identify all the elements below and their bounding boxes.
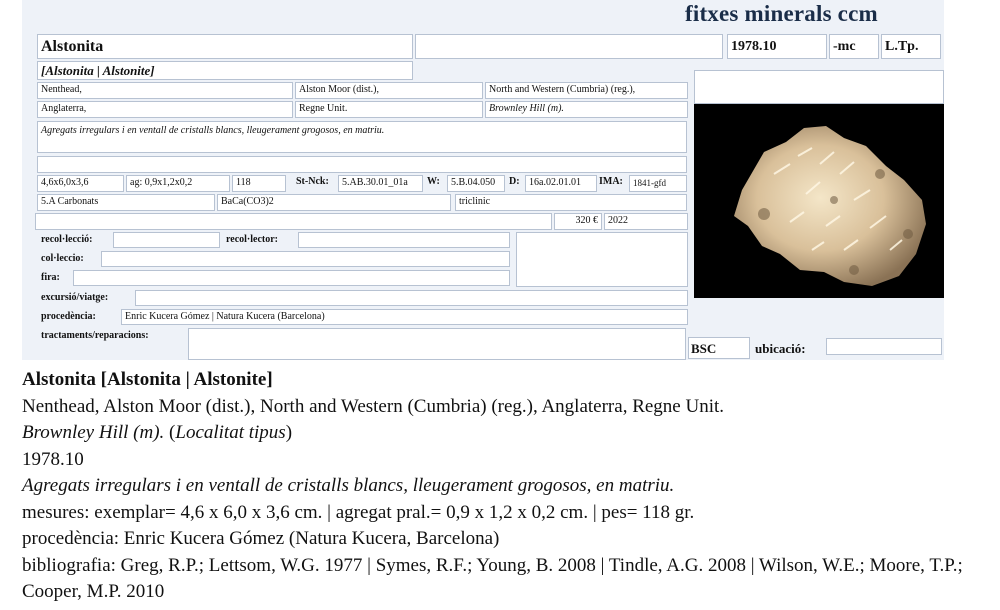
location-field[interactable] xyxy=(826,338,942,355)
locality-field-4[interactable]: Anglaterra, xyxy=(37,101,293,118)
mineral-specimen-image xyxy=(734,126,926,286)
strunz-field[interactable]: 5.AB.30.01_01a xyxy=(338,175,423,192)
formula-field[interactable]: BaCa(CO3)2 xyxy=(217,194,451,211)
mineral-name-field[interactable]: Alstonita xyxy=(37,34,413,59)
locality-field-3[interactable]: North and Western (Cumbria) (reg.), xyxy=(485,82,688,99)
side-notes-field[interactable] xyxy=(516,232,688,287)
blank-price-row-field[interactable] xyxy=(35,213,552,230)
summary-measures: mesures: exemplar= 4,6 x 6,0 x 3,6 cm. |… xyxy=(22,501,695,523)
aggregate-field[interactable]: ag: 0,9x1,2x0,2 xyxy=(126,175,230,192)
catalog-code-field[interactable]: 1978.10 xyxy=(727,34,827,59)
summary-mine-line: Brownley Hill (m). (Localitat tipus) xyxy=(22,420,992,447)
locality-field-1[interactable]: Nenthead, xyxy=(37,82,293,99)
summary-provenance: procedència: Enric Kucera Gómez (Natura … xyxy=(22,528,500,549)
collection-field[interactable] xyxy=(101,251,510,267)
w-label: W: xyxy=(427,176,440,187)
price-field[interactable]: 320 € xyxy=(554,213,602,230)
description-field[interactable]: Agregats irregulars i en ventall de cris… xyxy=(37,121,687,153)
notes-field[interactable] xyxy=(37,156,687,173)
ima-label: IMA: xyxy=(599,176,623,187)
d-field[interactable]: 16a.02.01.01 xyxy=(525,175,597,192)
photo-frame-top xyxy=(694,70,944,104)
specimen-photo xyxy=(694,104,944,298)
d-label: D: xyxy=(509,176,520,187)
dimensions-field[interactable]: 4,6x6,0x3,6 xyxy=(37,175,124,192)
fair-field[interactable] xyxy=(73,270,510,286)
location-label: ubicació: xyxy=(755,341,806,356)
provenance-label: procedència: xyxy=(41,311,96,322)
provenance-field[interactable]: Enric Kucera Gómez | Natura Kucera (Barc… xyxy=(121,309,688,325)
summary-locality: Nenthead, Alston Moor (dist.), North and… xyxy=(22,395,725,417)
locality-field-6[interactable]: Brownley Hill (m). xyxy=(485,101,688,118)
summary-mine: Brownley Hill (m). xyxy=(22,422,165,443)
excursion-label: excursió/viatge: xyxy=(41,292,109,303)
excursion-field[interactable] xyxy=(135,290,688,306)
summary-description: Agregats irregulars i en ventall de cris… xyxy=(22,475,675,496)
strunz-label: St-Nck: xyxy=(296,176,329,187)
weight-field[interactable]: 118 xyxy=(232,175,286,192)
w-field[interactable]: 5.B.04.050 xyxy=(447,175,505,192)
summary-type-locality: Localitat tipus xyxy=(175,422,286,443)
type-tag-field[interactable]: L.Tp. xyxy=(881,34,941,59)
alternative-names-field[interactable]: [Alstonita | Alstonite] xyxy=(37,61,413,80)
bsc-field[interactable]: BSC xyxy=(688,337,750,359)
recollector-field[interactable] xyxy=(298,232,510,248)
treatments-label: tractaments/reparacions: xyxy=(41,330,149,341)
summary-type-open: ( xyxy=(164,422,176,443)
photo-frame-bottom xyxy=(694,298,944,336)
class-field[interactable]: 5.A Carbonats xyxy=(37,194,215,211)
fair-label: fira: xyxy=(41,272,60,283)
summary-type-close: ) xyxy=(285,422,293,443)
year-field[interactable]: 2022 xyxy=(604,213,688,230)
collection-label: col·leccio: xyxy=(41,253,84,264)
summary-bibliography: bibliografia: Greg, R.P.; Lettsom, W.G. … xyxy=(22,554,963,603)
recollector-label: recol·lector: xyxy=(226,234,279,245)
locality-field-5[interactable]: Regne Unit. xyxy=(295,101,483,118)
recollection-label: recol·lecció: xyxy=(41,234,93,245)
recollection-field[interactable] xyxy=(113,232,220,248)
summary-code: 1978.10 xyxy=(22,448,84,470)
specimen-summary: Alstonita [Alstonita | Alstonite] Nenthe… xyxy=(22,367,992,606)
empty-title-field[interactable] xyxy=(415,34,723,59)
crystal-system-field[interactable]: triclinic xyxy=(455,194,687,211)
locality-field-2[interactable]: Alston Moor (dist.), xyxy=(295,82,483,99)
ima-field[interactable]: 1841-gfd xyxy=(629,175,687,192)
summary-title: Alstonita [Alstonita | Alstonite] xyxy=(22,369,273,390)
treatments-field[interactable] xyxy=(188,328,686,360)
code-suffix-field[interactable]: -mc xyxy=(829,34,879,59)
brand-title: fitxes minerals ccm xyxy=(685,1,878,26)
